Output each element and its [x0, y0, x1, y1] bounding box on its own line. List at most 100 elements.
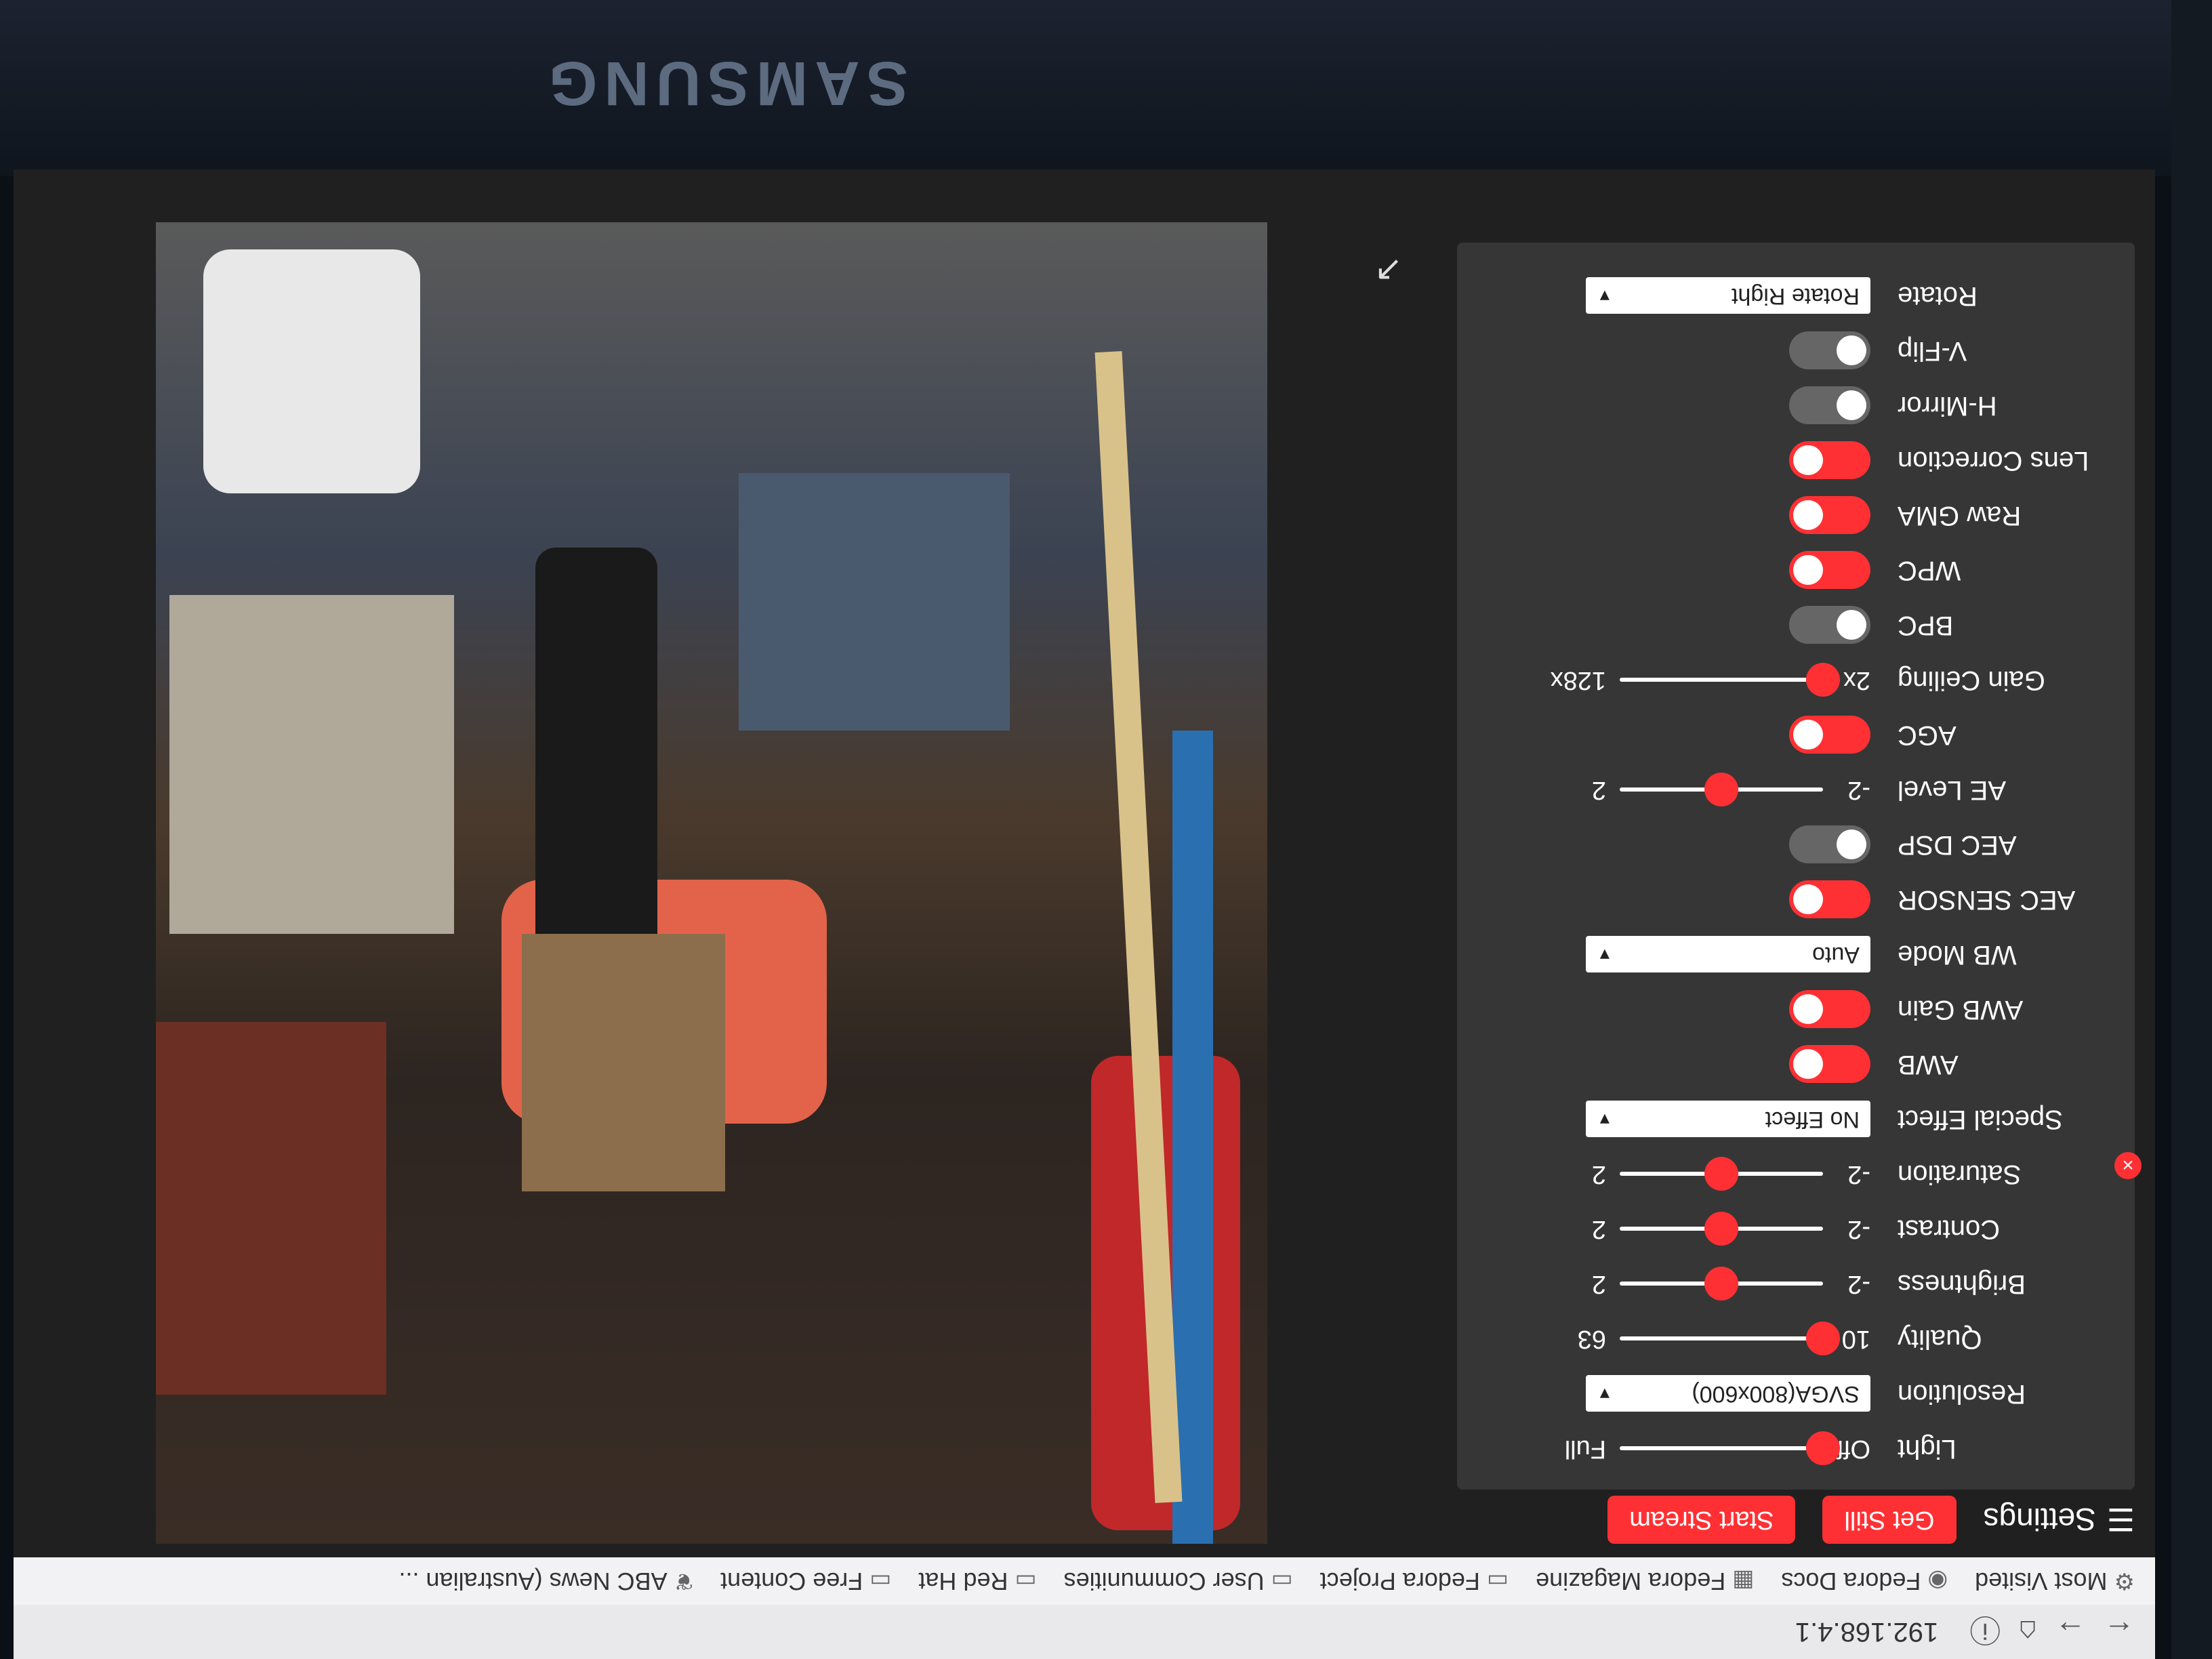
raw-gma-toggle[interactable] [1789, 496, 1870, 535]
folder-icon: ▭ [1015, 1568, 1037, 1594]
setting-label: Lens Correction [1898, 446, 2089, 476]
setting-label: Resolution [1898, 1379, 2026, 1409]
toggle-knob [1793, 445, 1823, 476]
aec-sensor-toggle[interactable] [1789, 880, 1870, 919]
saturation-slider[interactable]: -2 2 [1572, 1157, 1870, 1191]
screen: ← → ⌂ ⓘ 192.168.4.1 ⚙ Most Visited ◉ Fedor… [14, 169, 2155, 1659]
slider-max: 2 [1591, 1270, 1606, 1298]
bpc-toggle[interactable] [1789, 606, 1870, 644]
slider-track[interactable] [1620, 663, 1840, 697]
slider-thumb[interactable] [1704, 1157, 1738, 1191]
gain-ceiling-slider[interactable]: 2x 128x [1551, 663, 1870, 697]
toggle-knob [1793, 555, 1823, 586]
forward-arrow-icon[interactable]: → [2055, 1614, 2086, 1650]
bookmark-user-communities[interactable]: ▭ User Communities [1064, 1567, 1293, 1595]
setting-label: WPC [1898, 556, 1961, 586]
bookmark-label: Fedora Docs [1781, 1568, 1921, 1595]
feed-icon: ❦ [674, 1568, 694, 1594]
monitor-bezel: SAMSUNG [0, 0, 2212, 176]
slider-min: Off [1837, 1435, 1870, 1463]
slider-track[interactable] [1620, 773, 1823, 807]
setting-label: H-Mirror [1898, 391, 1997, 421]
start-stream-button[interactable]: Start Stream [1607, 1496, 1796, 1544]
url-text[interactable]: 192.168.4.1 [1795, 1617, 1938, 1647]
camera-stream-image [156, 222, 1267, 1544]
setting-aec-sensor: AEC SENSOR [1477, 872, 2114, 927]
setting-label: Special Effect [1898, 1105, 2063, 1134]
setting-label: BPC [1898, 611, 1954, 640]
setting-label: AE Level [1898, 775, 2007, 805]
lens-correction-toggle[interactable] [1789, 441, 1870, 480]
back-arrow-icon[interactable]: ← [2104, 1614, 2135, 1650]
info-icon[interactable]: ⓘ [1969, 1610, 2001, 1654]
bookmark-free-content[interactable]: ▭ Free Content [720, 1567, 891, 1595]
resolution-select[interactable]: SVGA(800x600) ▼ [1586, 1375, 1870, 1412]
quality-slider[interactable]: 10 63 [1572, 1322, 1870, 1356]
stream-toolbox [739, 473, 1010, 731]
bookmark-label: Free Content [720, 1568, 863, 1595]
bookmark-fedora-magazine[interactable]: ▦ Fedora Magazine [1536, 1567, 1754, 1595]
slider-track[interactable] [1620, 1267, 1823, 1301]
close-icon[interactable]: × [2114, 1152, 2142, 1179]
home-icon[interactable]: ⌂ [2018, 1614, 2037, 1650]
bookmark-label: Most Visited [1975, 1568, 2108, 1595]
awb-gain-toggle[interactable] [1789, 990, 1870, 1029]
stream-fuel-can [535, 548, 657, 968]
slider-max: Full [1564, 1435, 1606, 1463]
bookmark-fedora-project[interactable]: ▭ Fedora Project [1320, 1567, 1509, 1595]
agc-toggle[interactable] [1789, 716, 1870, 754]
settings-label: Settings [1983, 1502, 2096, 1538]
stream-white-bucket [203, 249, 420, 493]
setting-label: WB Mode [1898, 940, 2017, 970]
bookmark-label: Fedora Project [1319, 1568, 1480, 1595]
contrast-slider[interactable]: -2 2 [1572, 1212, 1870, 1246]
brightness-slider[interactable]: -2 2 [1572, 1267, 1870, 1301]
magazine-icon: ▦ [1732, 1568, 1755, 1594]
bookmark-abc-news[interactable]: ❦ ABC News (Australian ... [399, 1567, 694, 1595]
select-value: SVGA(800x600) [1692, 1381, 1860, 1407]
slider-thumb[interactable] [1704, 773, 1738, 807]
folder-icon: ▭ [869, 1568, 892, 1594]
slider-thumb[interactable] [1806, 1322, 1840, 1356]
slider-max: 2 [1591, 1215, 1606, 1244]
bookmark-red-hat[interactable]: ▭ Red Hat [918, 1567, 1036, 1595]
h-mirror-toggle[interactable] [1789, 386, 1870, 425]
get-still-button[interactable]: Get Still [1822, 1496, 1957, 1544]
slider-min: -2 [1847, 1215, 1870, 1244]
wpc-toggle[interactable] [1789, 551, 1870, 590]
slider-thumb[interactable] [1806, 1431, 1840, 1466]
aec-dsp-toggle[interactable] [1789, 825, 1870, 864]
settings-toggle[interactable]: ☰ Settings [1984, 1502, 2135, 1538]
setting-rotate: Rotate Rotate Right ▼ [1477, 268, 2114, 323]
setting-brightness: Brightness -2 2 [1477, 1256, 2114, 1311]
wb-mode-select[interactable]: Auto ▼ [1586, 936, 1870, 973]
bookmark-fedora-docs[interactable]: ◉ Fedora Docs [1781, 1567, 1948, 1595]
slider-thumb[interactable] [1704, 1212, 1738, 1246]
ae-level-slider[interactable]: -2 2 [1572, 773, 1870, 807]
setting-raw-gma: Raw GMA [1477, 488, 2114, 543]
rotate-select[interactable]: Rotate Right ▼ [1586, 277, 1870, 314]
slider-min: 10 [1841, 1325, 1870, 1353]
slider-track[interactable] [1620, 1322, 1840, 1356]
toggle-knob [1793, 720, 1823, 750]
special-effect-select[interactable]: No Effect ▼ [1586, 1101, 1870, 1138]
setting-label: AEC DSP [1898, 830, 2017, 860]
light-slider[interactable]: Off Full [1564, 1431, 1870, 1466]
slider-thumb[interactable] [1704, 1267, 1738, 1301]
bookmark-most-visited[interactable]: ⚙ Most Visited [1975, 1567, 2135, 1595]
slider-max: 2 [1591, 776, 1606, 804]
slider-track[interactable] [1620, 1212, 1823, 1246]
slider-thumb[interactable] [1806, 663, 1840, 697]
browser-url-bar: ← → ⌂ ⓘ 192.168.4.1 [14, 1605, 2155, 1659]
awb-toggle[interactable] [1789, 1045, 1870, 1084]
setting-label: Gain Ceiling [1898, 665, 2045, 695]
setting-aec-dsp: AEC DSP [1477, 817, 2114, 872]
setting-ae-level: AE Level -2 2 [1477, 762, 2114, 817]
slider-track[interactable] [1620, 1431, 1840, 1466]
gear-icon: ⚙ [2114, 1568, 2135, 1594]
v-flip-toggle[interactable] [1789, 331, 1870, 370]
slider-track[interactable] [1620, 1157, 1823, 1191]
toggle-knob [1793, 500, 1823, 531]
setting-special-effect: Special Effect No Effect ▼ [1477, 1092, 2114, 1147]
setting-bpc: BPC [1477, 598, 2114, 653]
